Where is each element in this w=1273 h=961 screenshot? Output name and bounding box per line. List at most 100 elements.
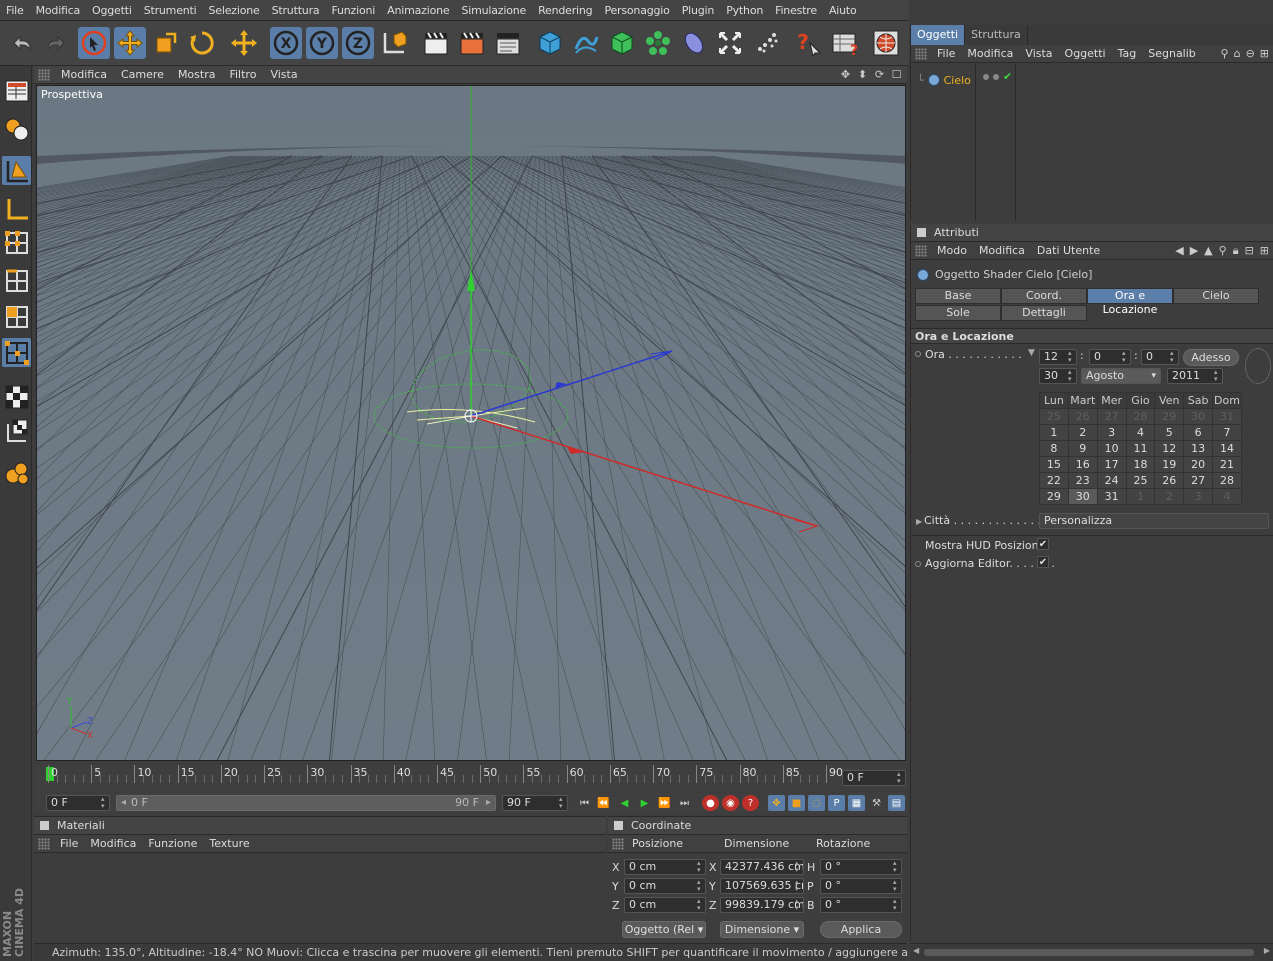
texture-mode-icon[interactable] <box>2 382 31 411</box>
calendar-day[interactable]: 29 <box>1154 408 1185 425</box>
attr-tab-cielo[interactable]: Cielo <box>1173 288 1259 304</box>
calendar-day[interactable]: 26 <box>1067 408 1098 425</box>
calendar-day[interactable]: 3 <box>1183 488 1213 505</box>
scale-tool-icon[interactable] <box>150 27 182 59</box>
object-mode-icon[interactable] <box>2 156 31 185</box>
search-icon[interactable]: ⚲ <box>1219 244 1227 258</box>
scene-environment-icon[interactable] <box>714 27 746 59</box>
calendar-day[interactable]: 28 <box>1125 408 1156 425</box>
bend-deformer-icon[interactable] <box>678 27 710 59</box>
calendar-day[interactable]: 3 <box>1096 424 1127 441</box>
day-field[interactable]: 30 <box>1039 368 1077 384</box>
play-backwards-icon[interactable]: ◀ <box>616 795 633 811</box>
calendar-day[interactable]: 4 <box>1125 424 1156 441</box>
attributes-menu-modifica[interactable]: Modifica <box>973 244 1031 257</box>
key-pla-icon[interactable]: ▦ <box>848 795 865 811</box>
key-position-icon[interactable]: ✥ <box>768 795 785 811</box>
menu-plugin[interactable]: Plugin <box>676 4 720 17</box>
scrollbar-thumb[interactable] <box>924 949 1254 956</box>
model-mode-icon[interactable] <box>2 114 31 143</box>
calendar-day[interactable]: 31 <box>1096 488 1127 505</box>
polygons-mode-icon[interactable] <box>2 302 31 331</box>
new-window-icon[interactable]: ⊞ <box>1260 47 1269 60</box>
grip-icon[interactable] <box>915 244 927 257</box>
current-frame-field[interactable]: 0 F <box>842 770 906 786</box>
nurbs-subdivision-icon[interactable] <box>606 27 638 59</box>
attr-tab-ora-e-locazione[interactable]: Ora e Locazione <box>1087 288 1173 316</box>
perspective-viewport[interactable]: Y Z X Prospettiva <box>36 85 906 761</box>
calendar-day[interactable]: 2 <box>1067 424 1098 441</box>
year-field[interactable]: 2011 <box>1167 368 1223 384</box>
x-axis-lock-icon[interactable]: X <box>270 27 302 59</box>
calendar-day[interactable]: 26 <box>1154 472 1185 489</box>
pan-view-icon[interactable]: ✥ <box>839 68 852 81</box>
live-selection-tool-icon[interactable] <box>78 27 110 59</box>
end-frame-field[interactable]: 90 F <box>502 795 568 811</box>
viewport-menu-vista[interactable]: Vista <box>263 68 304 81</box>
calendar-day[interactable]: 15 <box>1039 456 1069 473</box>
rotate-tool-icon[interactable] <box>186 27 218 59</box>
axis-mode-icon[interactable] <box>2 194 31 223</box>
menu-struttura[interactable]: Struttura <box>266 4 326 17</box>
go-to-end-icon[interactable]: ⏭ <box>676 795 693 811</box>
animate-dot-icon[interactable] <box>915 561 921 567</box>
tab-struttura[interactable]: Struttura <box>965 25 1028 45</box>
render-view-icon[interactable] <box>420 27 452 59</box>
redo-button[interactable] <box>40 27 72 59</box>
coordinate-mode-dropdown[interactable]: Oggetto (Rel ▾ <box>622 921 706 938</box>
grip-icon[interactable] <box>915 47 927 60</box>
interpolation-icon[interactable]: ⚒ <box>868 795 885 811</box>
settings-icon[interactable]: ⊟ <box>1245 244 1254 258</box>
rotation-field[interactable]: 0 ° <box>820 897 902 913</box>
viewport-menu-modifica[interactable]: Modifica <box>54 68 114 81</box>
grip-icon[interactable] <box>612 837 624 850</box>
city-dropdown[interactable]: Personalizza <box>1039 513 1269 529</box>
preview-range-slider[interactable]: ◂ 0 F 90 F ▸ <box>116 795 496 811</box>
calendar-day[interactable]: 22 <box>1039 472 1069 489</box>
calendar-day[interactable]: 29 <box>1039 488 1069 505</box>
materials-menu-file[interactable]: File <box>54 837 84 850</box>
calendar-day[interactable]: 21 <box>1212 456 1242 473</box>
dimension-field[interactable]: 99839.179 cm <box>720 897 804 913</box>
keyframe-selection-icon[interactable]: ? <box>742 795 759 811</box>
calendar-day[interactable]: 4 <box>1212 488 1242 505</box>
calendar-grid[interactable]: Lun Mart Mer Gio Ven Sab Dom 25 26 27 28 29 30 31 1 2 3 4… <box>1039 392 1242 505</box>
position-field[interactable]: 0 cm <box>624 859 706 875</box>
key-parameter-icon[interactable]: P <box>828 795 845 811</box>
lock-icon[interactable]: 🔒︎ <box>1233 244 1239 258</box>
calendar-day[interactable]: 30 <box>1183 408 1213 425</box>
position-field[interactable]: 0 cm <box>624 878 706 894</box>
second-field[interactable]: 0 <box>1141 349 1179 365</box>
menu-file[interactable]: File <box>0 4 30 17</box>
scroll-left-icon[interactable]: ◀ <box>913 946 919 955</box>
calendar-day[interactable]: 11 <box>1125 440 1156 457</box>
panel-menu-icon[interactable] <box>40 821 49 830</box>
menu-animazione[interactable]: Animazione <box>381 4 455 17</box>
menu-strumenti[interactable]: Strumenti <box>138 4 203 17</box>
home-icon[interactable]: ⌂ <box>1234 47 1241 60</box>
calendar-day[interactable]: 24 <box>1096 472 1127 489</box>
menu-finestre[interactable]: Finestre <box>769 4 823 17</box>
render-settings-icon[interactable] <box>492 27 524 59</box>
record-active-objects-icon[interactable]: ● <box>702 795 719 811</box>
object-row-cielo[interactable]: └ Cielo ✔ <box>911 70 1273 89</box>
scroll-right-icon[interactable]: ▶ <box>1264 946 1270 955</box>
calendar-day[interactable]: 30 <box>1067 488 1098 505</box>
z-axis-lock-icon[interactable]: Z <box>342 27 374 59</box>
dimension-field[interactable]: 107569.635 cm <box>720 878 804 894</box>
visibility-dot-icon[interactable] <box>983 74 989 80</box>
attributes-scrollbar[interactable]: ◀ ▶ <box>910 943 1273 961</box>
object-name[interactable]: Cielo <box>944 74 971 87</box>
attr-tab-dettagli[interactable]: Dettagli <box>1001 305 1087 321</box>
rotation-field[interactable]: 0 ° <box>820 859 902 875</box>
snap-settings-icon[interactable]: ? <box>828 27 860 59</box>
array-cloner-icon[interactable] <box>642 27 674 59</box>
calendar-day[interactable]: 20 <box>1183 456 1213 473</box>
panel-menu-icon[interactable] <box>917 228 926 237</box>
expand-arrow-icon[interactable]: ▶ <box>916 517 922 526</box>
calendar-day[interactable]: 28 <box>1212 472 1242 489</box>
objects-menu-file[interactable]: File <box>931 47 961 60</box>
attributes-menu-modo[interactable]: Modo <box>931 244 973 257</box>
calendar-day[interactable]: 8 <box>1039 440 1069 457</box>
calendar-day[interactable]: 13 <box>1183 440 1213 457</box>
